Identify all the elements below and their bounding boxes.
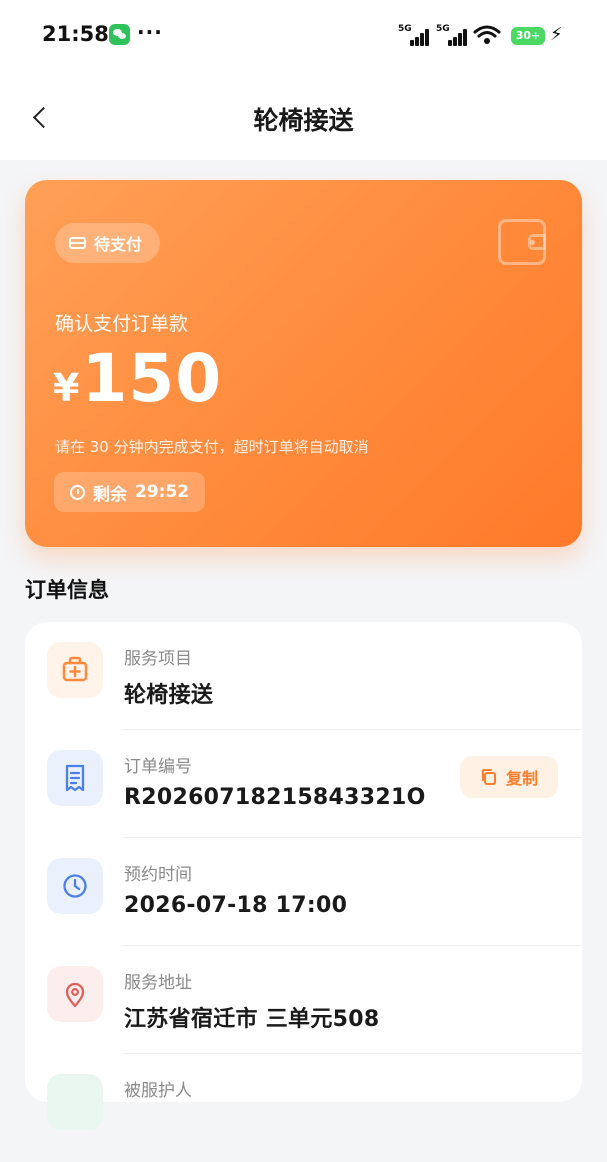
battery-icon: 30+ xyxy=(511,27,545,45)
countdown-badge: 剩余 29:52 xyxy=(54,472,206,512)
payment-label: 确认支付订单款 xyxy=(55,313,189,335)
list-item: 被服护人 xyxy=(25,1054,582,1162)
currency-symbol: ¥ xyxy=(53,366,80,410)
list-item: 预约时间 2026-07-18 17:00 xyxy=(25,838,582,946)
status-badge: 待支付 xyxy=(55,223,161,263)
order-info-card: 服务项目 轮椅接送 订单编号 R20260718215843321O 复制 预约… xyxy=(25,622,582,1130)
more-notifications-icon: ··· xyxy=(137,20,163,44)
payment-amount: ¥ 150 xyxy=(53,340,222,417)
signal-icon: 5G xyxy=(398,24,434,46)
appointment-time-value: 2026-07-18 17:00 xyxy=(124,893,348,918)
payment-hint: 请在 30 分钟内完成支付，超时订单将自动取消 xyxy=(55,438,369,456)
nav-bar: 轮椅接送 xyxy=(0,74,607,160)
status-time: 21:58 xyxy=(42,22,109,46)
appointment-time-label: 预约时间 xyxy=(124,865,192,885)
payment-card: 待支付 确认支付订单款 ¥ 150 请在 30 分钟内完成支付，超时订单将自动取… xyxy=(25,180,582,547)
service-address-value: 江苏省宿迁市 三单元508 xyxy=(124,1007,380,1032)
countdown-value: 29:52 xyxy=(135,482,190,502)
section-title: 订单信息 xyxy=(25,578,109,602)
service-item-label: 服务项目 xyxy=(124,649,192,669)
signal-icon: 5G xyxy=(436,24,472,46)
list-item: 订单编号 R20260718215843321O 复制 xyxy=(25,730,582,838)
page-title: 轮椅接送 xyxy=(253,106,354,135)
order-number-value: R20260718215843321O xyxy=(124,785,426,810)
wallet-icon xyxy=(498,219,546,265)
timer-icon xyxy=(70,484,85,500)
copy-icon xyxy=(481,769,496,785)
credit-card-icon xyxy=(69,237,86,249)
charging-icon: ⚡ xyxy=(550,24,563,45)
list-item: 服务地址 江苏省宿迁市 三单元508 xyxy=(25,946,582,1054)
status-bar: 21:58 ··· 5G 5G 30+ ⚡ xyxy=(0,0,607,74)
service-item-value: 轮椅接送 xyxy=(124,683,214,708)
copy-button[interactable]: 复制 xyxy=(460,756,558,798)
medical-kit-icon xyxy=(47,642,103,698)
status-badge-label: 待支付 xyxy=(94,235,143,254)
wechat-icon xyxy=(109,24,130,45)
amount-value: 150 xyxy=(81,340,223,417)
service-address-label: 服务地址 xyxy=(124,973,192,993)
clock-icon xyxy=(47,858,103,914)
countdown-label: 剩余 xyxy=(93,484,127,505)
copy-button-label: 复制 xyxy=(505,769,538,788)
location-pin-icon xyxy=(47,966,103,1022)
receipt-icon xyxy=(47,750,103,806)
wifi-icon xyxy=(473,25,501,44)
list-item: 服务项目 轮椅接送 xyxy=(25,622,582,730)
person-icon xyxy=(47,1074,103,1130)
order-number-label: 订单编号 xyxy=(124,757,192,777)
